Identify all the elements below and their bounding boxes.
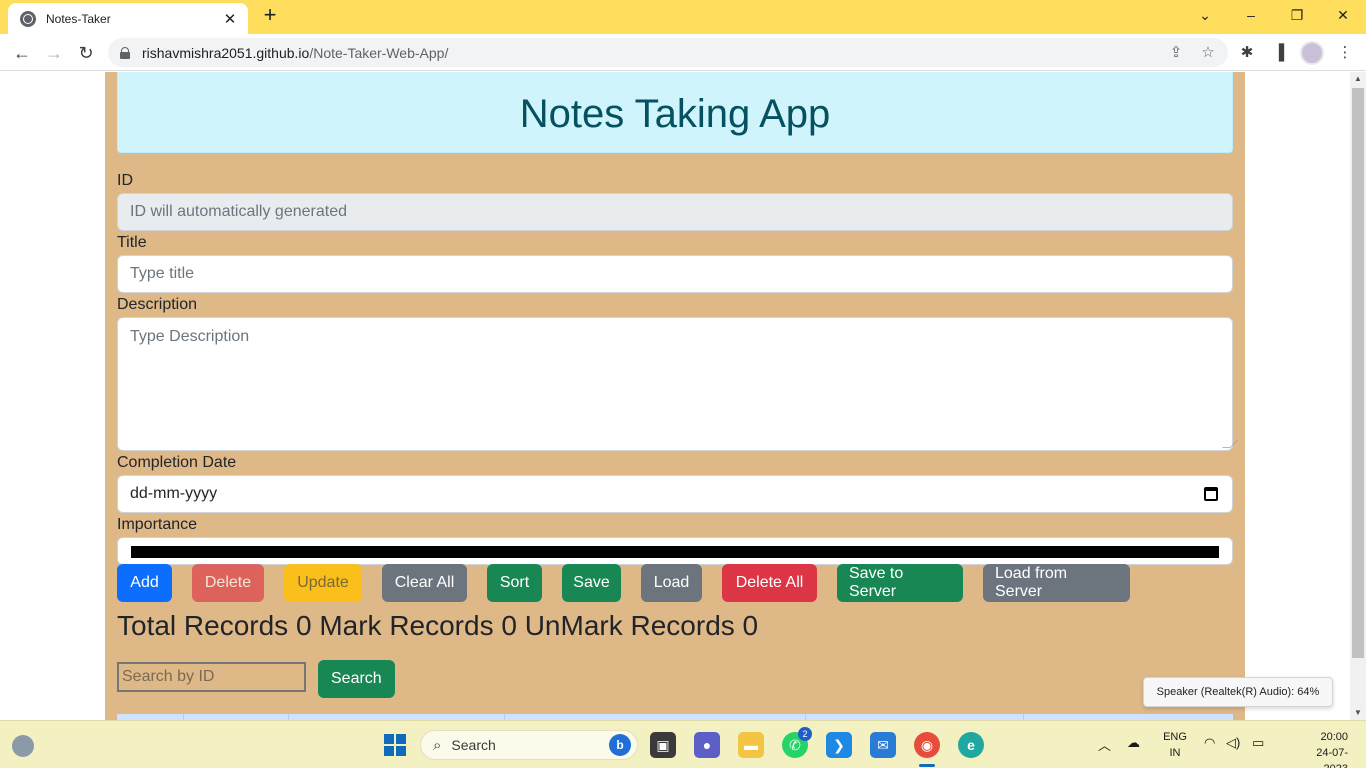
close-tab-icon[interactable]: ✕ (222, 10, 238, 28)
tab-search-icon[interactable]: ⌄ (1193, 4, 1217, 26)
search-icon: ⌕ (433, 736, 442, 754)
close-window-icon[interactable]: ✕ (1331, 4, 1355, 26)
chevron-up-icon[interactable]: ︿ (1098, 735, 1111, 754)
page-viewport: Notes Taking App ID ID will automaticall… (0, 72, 1350, 720)
url-path: /Note-Taker-Web-App/ (309, 44, 449, 61)
edge-icon[interactable]: e (958, 732, 984, 758)
scrollbar-thumb[interactable] (1352, 88, 1364, 658)
record-stats: Total Records 0 Mark Records 0 UnMark Re… (117, 610, 759, 641)
importance-color-input[interactable] (117, 537, 1233, 565)
add-button[interactable]: Add (117, 564, 172, 602)
clear-all-button[interactable]: Clear All (382, 564, 467, 602)
delete-all-button[interactable]: Delete All (722, 564, 817, 602)
description-textarea[interactable]: Type Description (117, 317, 1238, 451)
minimize-icon[interactable]: – (1239, 4, 1263, 26)
extensions-puzzle-icon[interactable]: ✱ (1236, 42, 1258, 64)
windows-taskbar: ⌕ Search b ▣ ● ▬ ✆ 2 ❯ ✉ ◉ e ︿ ☁ ENG IN … (0, 720, 1366, 768)
completion-date-label: Completion Date (117, 454, 237, 471)
url-host: rishavmishra2051.github.io (142, 44, 310, 61)
id-placeholder: ID will automatically generated (130, 203, 347, 220)
file-explorer-icon[interactable]: ▬ (738, 732, 764, 758)
date-placeholder: dd-mm-yyyy (130, 485, 218, 502)
sort-button[interactable]: Sort (487, 564, 542, 602)
mail-icon[interactable]: ✉ (870, 732, 896, 758)
load-from-server-button[interactable]: Load from Server (983, 564, 1130, 602)
kebab-menu-icon[interactable]: ⋮ (1334, 42, 1356, 64)
browser-toolbar: ← → ↻ rishavmishra2051.github.io/Note-Ta… (0, 34, 1366, 71)
tab-title: Notes-Taker (46, 11, 111, 26)
language-indicator[interactable]: ENG IN (1160, 729, 1190, 761)
forward-arrow-icon[interactable]: → (41, 40, 67, 66)
taskbar-search-label: Search (451, 737, 496, 753)
search-by-id-input[interactable]: Search by ID (117, 662, 306, 692)
search-placeholder: Search by ID (122, 668, 215, 685)
description-placeholder: Type Description (130, 328, 250, 345)
vscode-icon[interactable]: ❯ (826, 732, 852, 758)
volume-tooltip: Speaker (Realtek(R) Audio): 64% (1143, 677, 1333, 707)
speaker-icon[interactable]: ◁) (1226, 735, 1240, 751)
bookmark-star-icon[interactable]: ☆ (1198, 43, 1218, 63)
id-label: ID (117, 172, 133, 189)
notification-badge: 2 (798, 727, 812, 741)
wifi-icon[interactable]: ◠ (1204, 735, 1215, 751)
page-title: Notes Taking App (519, 92, 831, 136)
page-scrollbar[interactable]: ▲ ▼ (1350, 72, 1366, 720)
update-button[interactable]: Update (284, 564, 362, 602)
taskbar-search[interactable]: ⌕ Search b (420, 730, 638, 760)
app-container: Notes Taking App ID ID will automaticall… (105, 72, 1245, 720)
task-view-icon[interactable]: ▣ (650, 732, 676, 758)
back-arrow-icon[interactable]: ← (9, 40, 35, 66)
share-icon[interactable]: ⇪ (1166, 43, 1186, 63)
browser-tab-bar: Notes-Taker ✕ + ⌄ – ❐ ✕ (0, 0, 1366, 34)
calendar-icon[interactable] (1204, 487, 1218, 501)
globe-icon (20, 10, 36, 27)
battery-icon[interactable]: ▭ (1252, 735, 1264, 751)
clock-date: 24-07-2023 (1316, 747, 1348, 768)
restore-icon[interactable]: ❐ (1285, 4, 1309, 26)
profile-avatar[interactable] (1300, 41, 1324, 65)
browser-tab[interactable]: Notes-Taker ✕ (8, 3, 248, 34)
address-bar[interactable]: rishavmishra2051.github.io/Note-Taker-We… (108, 38, 1228, 67)
importance-label: Importance (117, 516, 198, 533)
bing-icon[interactable]: b (609, 734, 631, 756)
lock-icon[interactable] (120, 46, 130, 59)
chrome-icon[interactable]: ◉ (914, 732, 940, 758)
windows-start-icon[interactable] (384, 734, 406, 756)
new-tab-icon[interactable]: + (258, 4, 282, 28)
onedrive-offline-icon[interactable]: ☁ (1127, 735, 1140, 751)
weather-icon[interactable] (12, 735, 34, 757)
app-header: Notes Taking App (117, 72, 1233, 153)
lang-region: IN (1169, 747, 1181, 759)
completion-date-input[interactable]: dd-mm-yyyy (117, 475, 1233, 513)
search-button[interactable]: Search (318, 660, 395, 698)
system-clock[interactable]: 20:00 24-07-2023 (1306, 729, 1348, 768)
scroll-up-arrow-icon[interactable]: ▲ (1350, 72, 1366, 86)
side-panel-icon[interactable]: ▐ (1268, 42, 1290, 64)
clock-time: 20:00 (1320, 731, 1348, 743)
active-app-indicator (919, 764, 935, 767)
description-label: Description (117, 296, 198, 313)
color-swatch (131, 546, 1219, 558)
teams-chat-icon[interactable]: ● (694, 732, 720, 758)
save-to-server-button[interactable]: Save to Server (837, 564, 963, 602)
title-input[interactable]: Type title (117, 255, 1233, 293)
title-placeholder: Type title (130, 265, 195, 282)
id-field: ID will automatically generated (117, 193, 1233, 231)
save-button[interactable]: Save (562, 564, 621, 602)
load-button[interactable]: Load (641, 564, 702, 602)
reload-icon[interactable]: ↻ (73, 40, 99, 66)
lang-code: ENG (1163, 731, 1187, 743)
resize-handle-icon[interactable] (1222, 440, 1238, 448)
scroll-down-arrow-icon[interactable]: ▼ (1350, 706, 1366, 720)
delete-button[interactable]: Delete (192, 564, 264, 602)
title-label: Title (117, 234, 147, 251)
